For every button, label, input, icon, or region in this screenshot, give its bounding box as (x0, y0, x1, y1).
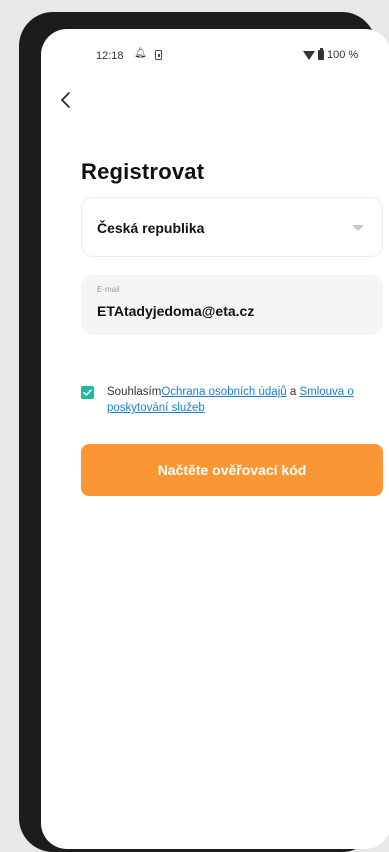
status-time: 12:18 (96, 50, 124, 62)
agreement-connector: a (286, 386, 300, 398)
notification-icon: 🔔︎ (134, 48, 147, 59)
chevron-down-icon (352, 225, 364, 231)
back-button[interactable] (54, 87, 80, 113)
agreement-checkbox[interactable] (81, 386, 94, 399)
agreement-prefix: Souhlasím (107, 386, 162, 398)
checkmark-icon (83, 389, 92, 396)
status-indicators: 100 % (301, 48, 389, 63)
page-title: Registrovat (81, 159, 205, 184)
email-label: E-mail (97, 285, 120, 294)
battery-icon (318, 48, 324, 60)
privacy-link[interactable]: Ochrana osobních údajů (161, 386, 286, 398)
agreement-text: SouhlasímOchrana osobních údajů a Smlouv… (107, 384, 385, 416)
chevron-left-icon (61, 92, 70, 108)
wifi-icon (303, 51, 315, 60)
email-value: ETAtadyjedoma@eta.cz (97, 303, 255, 319)
email-field[interactable]: E-mail ETAtadyjedoma@eta.cz (81, 275, 383, 335)
phone-frame: 12:18 🔔︎ 100 % Registrovat Česká republi… (19, 12, 389, 852)
sim-icon (155, 50, 162, 60)
battery-percentage: 100 % (327, 49, 359, 61)
get-verification-code-button[interactable]: Načtěte ověřovací kód (81, 444, 383, 496)
screen: 12:18 🔔︎ 100 % Registrovat Česká republi… (41, 29, 389, 849)
country-selected-value: Česká republika (97, 220, 205, 236)
status-bar: 12:18 🔔︎ 100 % (41, 29, 389, 79)
country-select[interactable]: Česká republika (81, 197, 383, 257)
